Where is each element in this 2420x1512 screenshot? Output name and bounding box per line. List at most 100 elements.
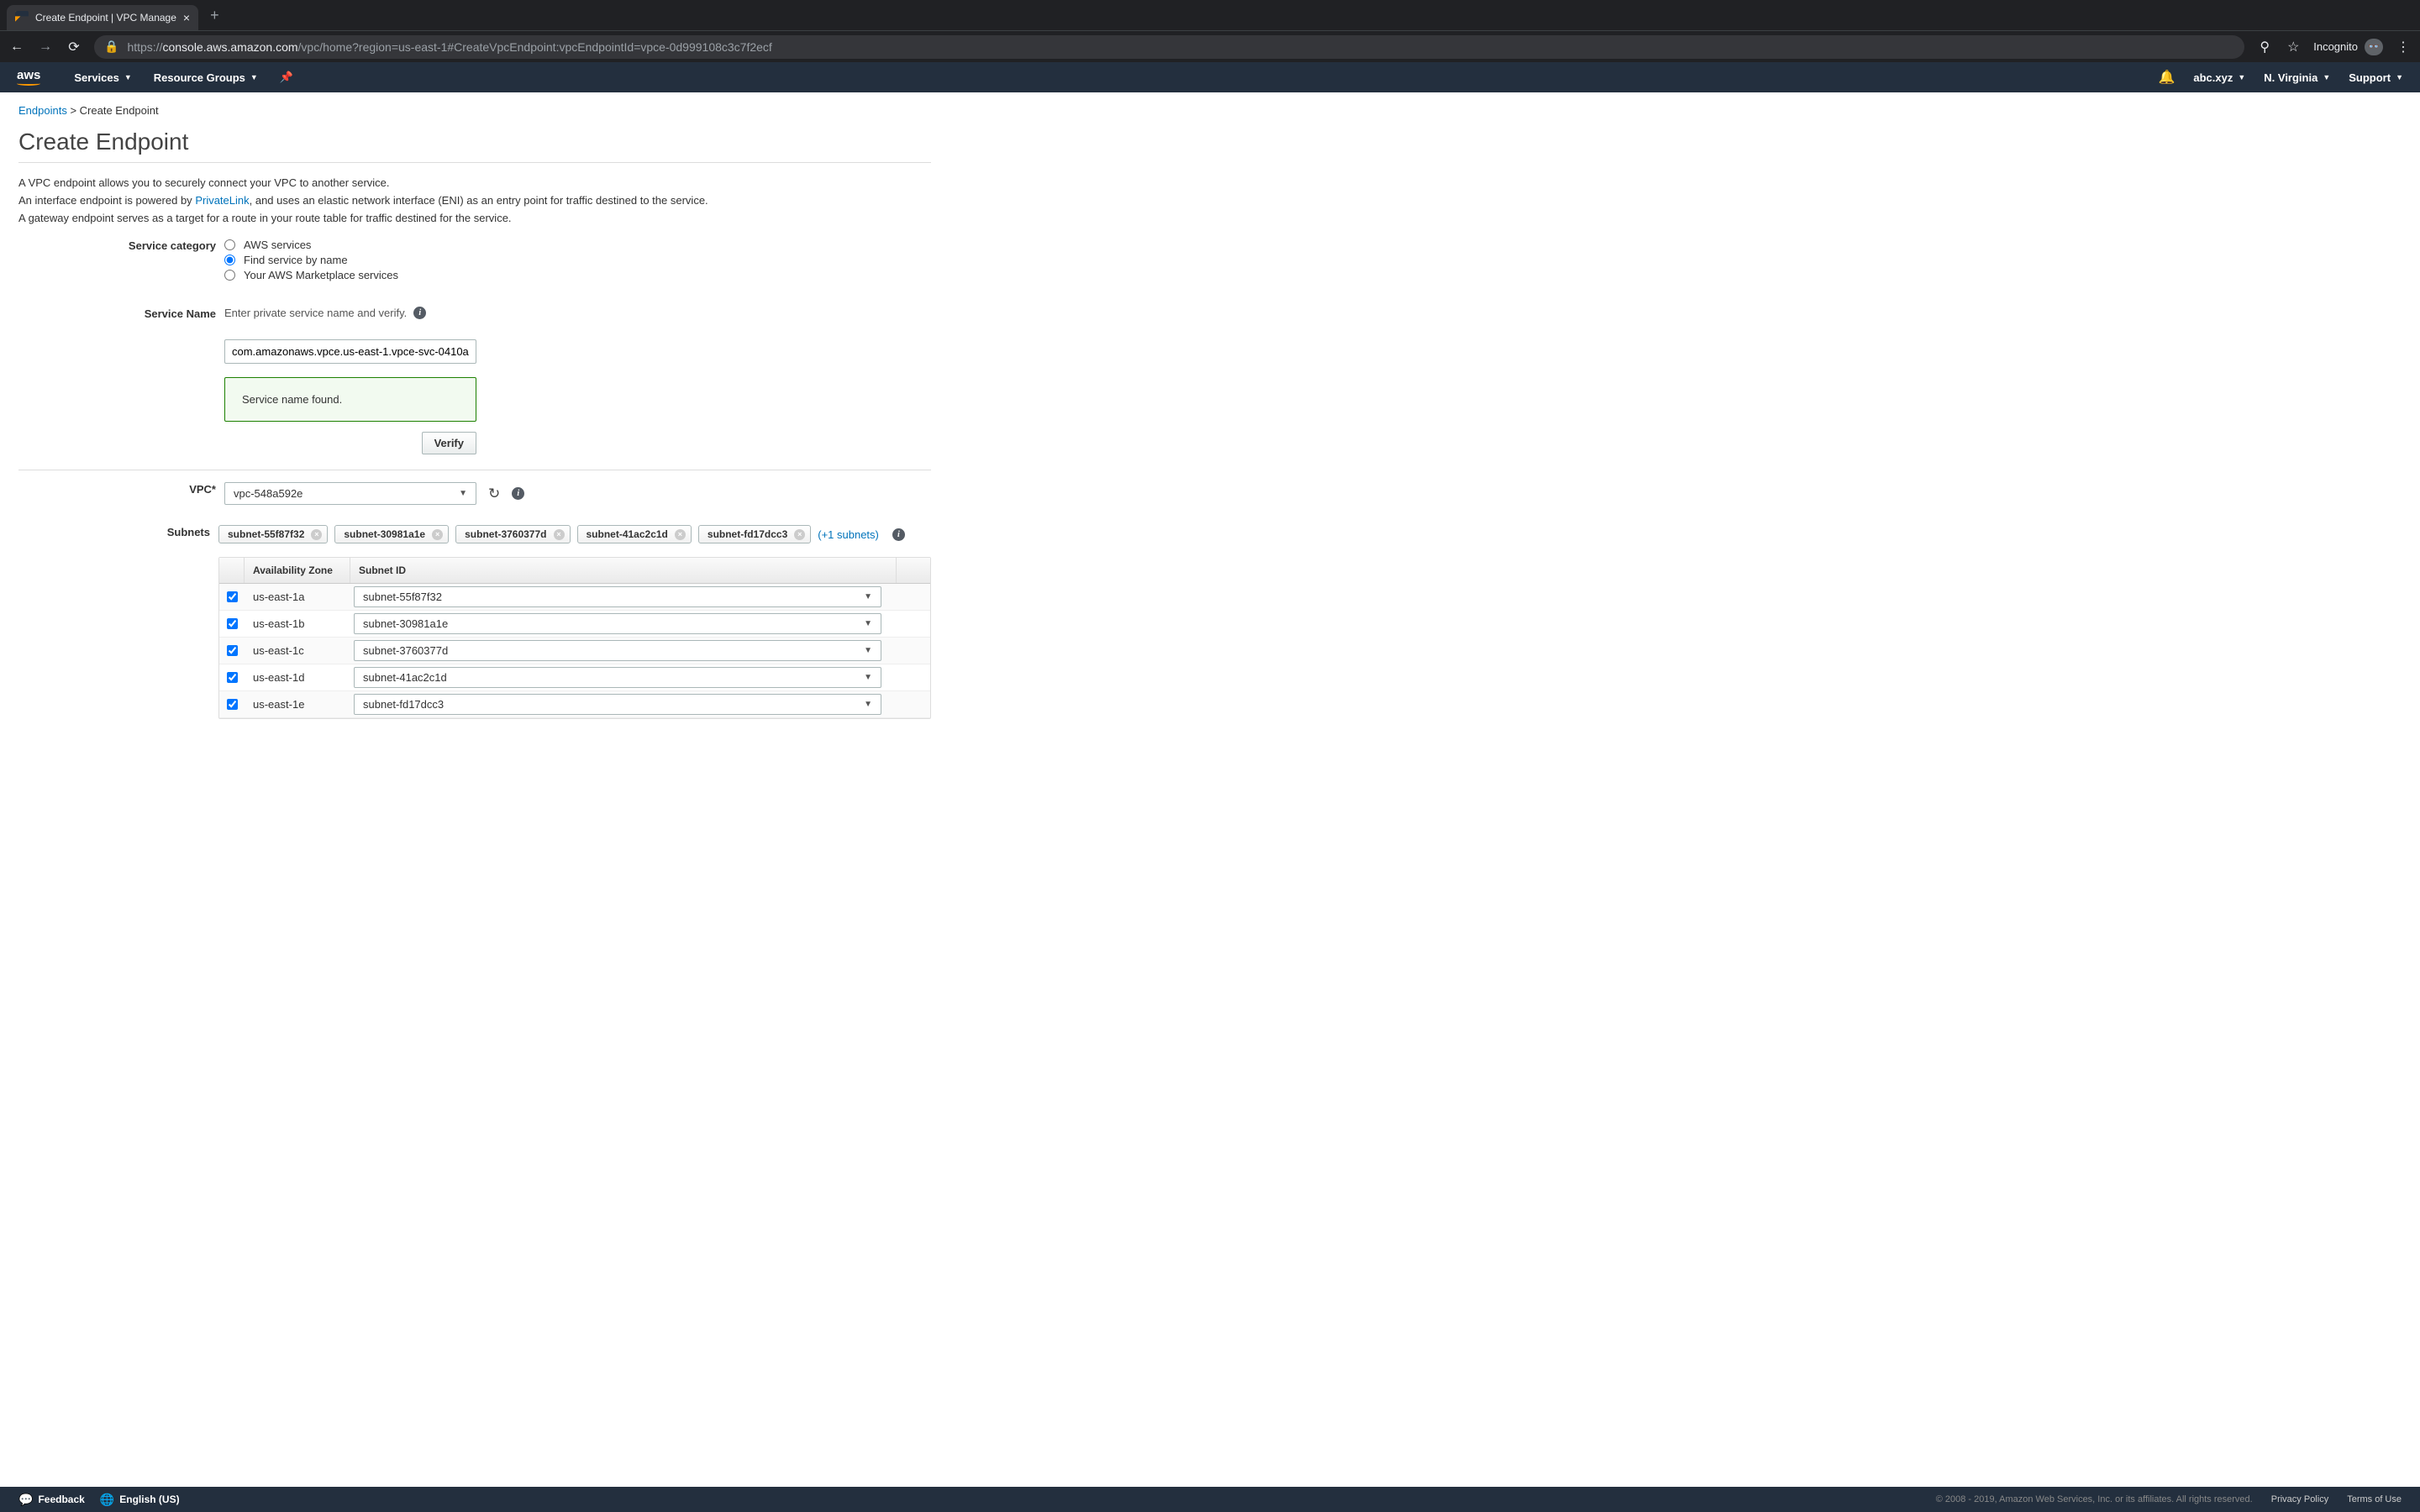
row-vpc: VPC* vpc-548a592e ▼ ↻ i — [18, 482, 931, 505]
subnet-chip[interactable]: subnet-30981a1e× — [334, 525, 449, 543]
account-menu[interactable]: abc.xyz ▼ — [2193, 71, 2245, 84]
search-icon[interactable]: ⚲ — [2256, 39, 2273, 55]
radio-option[interactable]: Find service by name — [224, 254, 931, 266]
subnet-select[interactable]: subnet-30981a1e▼ — [354, 613, 881, 634]
footer: 💬 Feedback 🌐 English (US) © 2008 - 2019,… — [0, 1487, 2420, 1512]
row-checkbox[interactable] — [227, 672, 238, 683]
chevron-down-icon: ▼ — [2396, 73, 2403, 81]
radio-input[interactable] — [224, 270, 235, 281]
remove-icon[interactable]: × — [432, 529, 443, 540]
privatelink-link[interactable]: PrivateLink — [195, 194, 249, 207]
label-service-name: Service Name — [18, 307, 224, 454]
url-text: https://console.aws.amazon.com/vpc/home?… — [127, 40, 771, 54]
row-checkbox[interactable] — [227, 699, 238, 710]
row-subnets: Subnets subnet-55f87f32×subnet-30981a1e×… — [18, 525, 931, 719]
chevron-down-icon: ▼ — [2323, 73, 2330, 81]
table-row: us-east-1dsubnet-41ac2c1d▼ — [219, 664, 930, 691]
radio-option[interactable]: AWS services — [224, 239, 931, 251]
address-bar: ← → ⟳ 🔒 https://console.aws.amazon.com/v… — [0, 30, 2420, 62]
info-icon[interactable]: i — [512, 487, 524, 500]
vpc-select[interactable]: vpc-548a592e ▼ — [224, 482, 476, 505]
subnet-select[interactable]: subnet-fd17dcc3▼ — [354, 694, 881, 715]
more-subnets-link[interactable]: (+1 subnets) — [818, 528, 879, 541]
subnet-table-header: Availability Zone Subnet ID — [219, 558, 930, 584]
az-cell: us-east-1b — [245, 613, 350, 634]
browser-tab[interactable]: Create Endpoint | VPC Manage × — [7, 5, 198, 30]
subnet-select[interactable]: subnet-41ac2c1d▼ — [354, 667, 881, 688]
incognito-icon: 👓 — [2365, 39, 2383, 55]
forward-button[interactable]: → — [37, 39, 54, 55]
radio-option[interactable]: Your AWS Marketplace services — [224, 269, 931, 281]
reload-button[interactable]: ⟳ — [66, 39, 82, 55]
row-service-category: Service category AWS services Find servic… — [18, 239, 931, 281]
chevron-down-icon: ▼ — [124, 73, 132, 81]
remove-icon[interactable]: × — [311, 529, 322, 540]
service-name-input[interactable] — [224, 339, 476, 364]
chevron-down-icon: ▼ — [864, 592, 872, 601]
page-title: Create Endpoint — [18, 129, 931, 155]
terms-link[interactable]: Terms of Use — [2347, 1494, 2402, 1504]
menu-icon[interactable]: ⋮ — [2395, 39, 2412, 55]
aws-nav: Services ▼ Resource Groups ▼ 📌 — [74, 71, 293, 84]
info-icon[interactable]: i — [413, 307, 426, 319]
radio-label: AWS services — [244, 239, 311, 251]
label-vpc: VPC* — [18, 482, 224, 505]
subnet-table: Availability Zone Subnet ID us-east-1asu… — [218, 557, 931, 719]
browser-chrome: Create Endpoint | VPC Manage × + ← → ⟳ 🔒… — [0, 0, 2420, 62]
subnet-chip[interactable]: subnet-3760377d× — [455, 525, 570, 543]
support-menu[interactable]: Support ▼ — [2349, 71, 2403, 84]
remove-icon[interactable]: × — [554, 529, 565, 540]
region-menu[interactable]: N. Virginia ▼ — [2264, 71, 2330, 84]
remove-icon[interactable]: × — [675, 529, 686, 540]
row-checkbox[interactable] — [227, 645, 238, 656]
subnet-select[interactable]: subnet-3760377d▼ — [354, 640, 881, 661]
refresh-icon[interactable]: ↻ — [488, 486, 500, 502]
subnet-chip[interactable]: subnet-41ac2c1d× — [577, 525, 692, 543]
remove-icon[interactable]: × — [794, 529, 805, 540]
back-button[interactable]: ← — [8, 39, 25, 55]
subnet-select[interactable]: subnet-55f87f32▼ — [354, 586, 881, 607]
col-end — [897, 558, 930, 583]
pin-icon[interactable]: 📌 — [280, 71, 293, 84]
aws-logo[interactable]: aws — [17, 68, 40, 87]
divider — [18, 162, 931, 163]
nav-services[interactable]: Services ▼ — [74, 71, 131, 84]
new-tab-button[interactable]: + — [210, 7, 219, 24]
col-az: Availability Zone — [245, 558, 350, 583]
radio-label: Your AWS Marketplace services — [244, 269, 398, 281]
copyright: © 2008 - 2019, Amazon Web Services, Inc.… — [1936, 1494, 2253, 1504]
col-subnet: Subnet ID — [350, 558, 897, 583]
tab-title: Create Endpoint | VPC Manage — [35, 12, 176, 24]
verify-button[interactable]: Verify — [422, 432, 476, 454]
close-icon[interactable]: × — [183, 11, 190, 24]
chat-icon: 💬 — [18, 1493, 33, 1507]
description: A VPC endpoint allows you to securely co… — [18, 175, 931, 227]
row-checkbox[interactable] — [227, 591, 238, 602]
radio-input[interactable] — [224, 255, 235, 265]
globe-icon: 🌐 — [100, 1493, 114, 1507]
table-row: us-east-1bsubnet-30981a1e▼ — [219, 611, 930, 638]
language-selector[interactable]: 🌐 English (US) — [100, 1493, 180, 1507]
chevron-down-icon: ▼ — [864, 700, 872, 709]
radio-input[interactable] — [224, 239, 235, 250]
bell-icon[interactable]: 🔔 — [2158, 69, 2175, 86]
info-icon[interactable]: i — [892, 528, 905, 541]
row-service-name: Service Name Enter private service name … — [18, 307, 931, 454]
aws-header-right: 🔔 abc.xyz ▼ N. Virginia ▼ Support ▼ — [2158, 69, 2403, 86]
table-row: us-east-1esubnet-fd17dcc3▼ — [219, 691, 930, 718]
privacy-link[interactable]: Privacy Policy — [2271, 1494, 2328, 1504]
feedback-link[interactable]: 💬 Feedback — [18, 1493, 85, 1507]
subnet-table-body: us-east-1asubnet-55f87f32▼us-east-1bsubn… — [219, 584, 930, 718]
nav-resource-groups[interactable]: Resource Groups ▼ — [154, 71, 258, 84]
star-icon[interactable]: ☆ — [2285, 39, 2302, 55]
url-field[interactable]: 🔒 https://console.aws.amazon.com/vpc/hom… — [94, 35, 2244, 59]
label-service-category: Service category — [18, 239, 224, 281]
aws-header: aws Services ▼ Resource Groups ▼ 📌 🔔 abc… — [0, 62, 2420, 92]
chevron-down-icon: ▼ — [250, 73, 258, 81]
subnet-chip[interactable]: subnet-fd17dcc3× — [698, 525, 811, 543]
row-checkbox[interactable] — [227, 618, 238, 629]
table-row: us-east-1asubnet-55f87f32▼ — [219, 584, 930, 611]
subnet-chip[interactable]: subnet-55f87f32× — [218, 525, 328, 543]
tab-bar: Create Endpoint | VPC Manage × + — [0, 0, 2420, 30]
breadcrumb-link-endpoints[interactable]: Endpoints — [18, 104, 67, 117]
